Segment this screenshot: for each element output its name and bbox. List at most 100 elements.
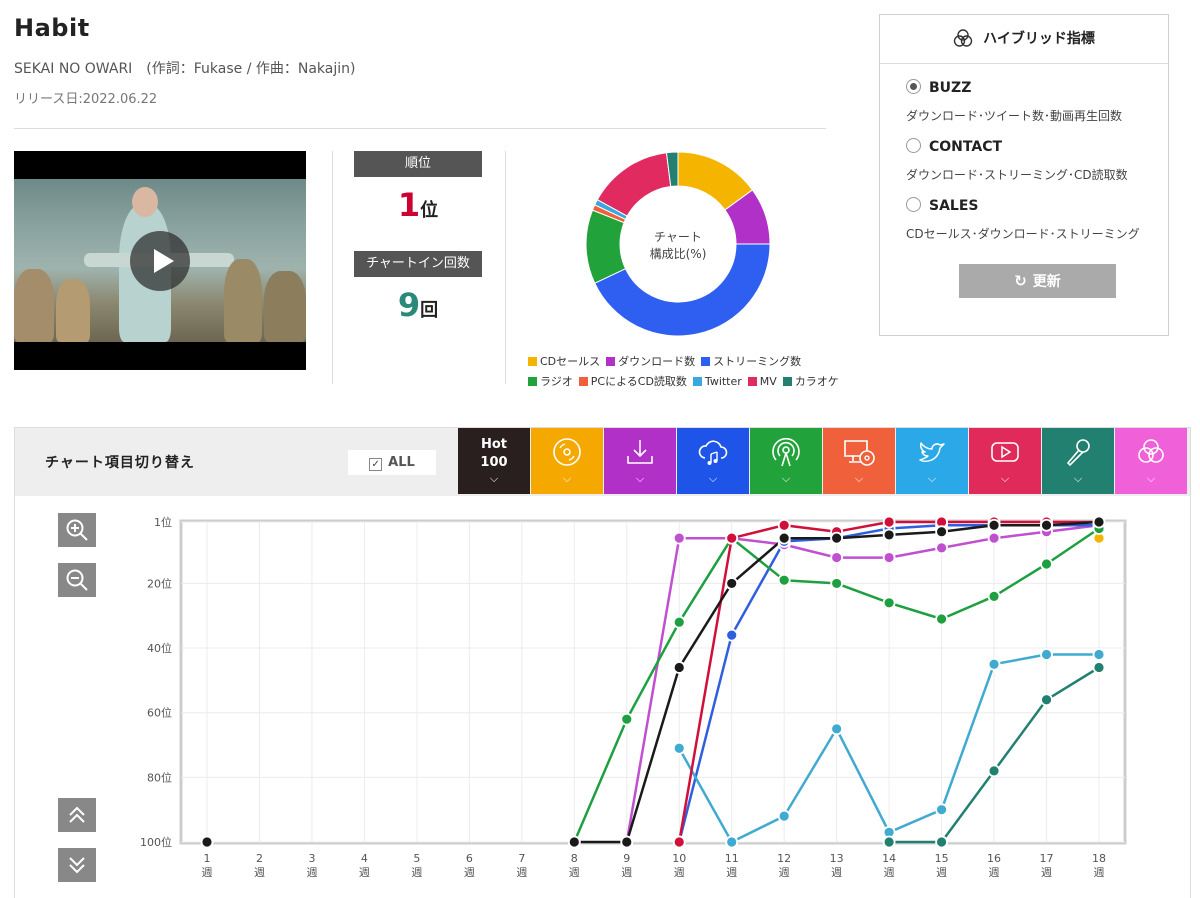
x-tick-unit: 週 bbox=[779, 866, 790, 879]
data-point-twitter[interactable] bbox=[830, 722, 844, 736]
legend-item[interactable]: カラオケ bbox=[782, 372, 839, 392]
data-point-hot100[interactable] bbox=[1040, 518, 1053, 532]
data-point-hot100[interactable] bbox=[567, 835, 581, 849]
legend-item[interactable]: PCによるCD読取数 bbox=[578, 372, 687, 392]
data-point-twitter[interactable] bbox=[777, 809, 791, 823]
data-point-streaming[interactable] bbox=[725, 628, 739, 642]
legend-item[interactable]: ラジオ bbox=[528, 372, 573, 392]
data-point-karaoke[interactable] bbox=[935, 835, 948, 849]
data-point-hot100[interactable] bbox=[725, 577, 739, 590]
data-point-karaoke[interactable] bbox=[1040, 693, 1053, 707]
x-tick-label: 2 bbox=[256, 852, 263, 865]
x-tick-unit: 週 bbox=[411, 866, 422, 879]
donut-legend: CDセールス ダウンロード数 ストリーミング数ラジオ PCによるCD読取数 Twitte… bbox=[528, 352, 858, 392]
option-contact[interactable]: CONTACT bbox=[906, 138, 1002, 155]
chartin-unit: 回 bbox=[420, 300, 439, 321]
data-point-hot100[interactable] bbox=[1092, 515, 1106, 529]
chartin-value-box: 9回 bbox=[354, 286, 482, 324]
artist-credits: SEKAI NO OWARI (作詞：Fukase / 作曲：Nakajin) bbox=[14, 61, 356, 77]
data-point-hot100[interactable] bbox=[777, 531, 791, 545]
data-point-mv[interactable] bbox=[672, 835, 686, 849]
data-point-karaoke[interactable] bbox=[1092, 661, 1106, 674]
x-tick-unit: 週 bbox=[884, 866, 895, 879]
data-point-radio[interactable] bbox=[672, 615, 686, 629]
option-desc: ダウンロード･ストリーミング･CD読取数 bbox=[906, 168, 1128, 182]
legend-item[interactable]: Twitter bbox=[692, 372, 742, 392]
legend-item[interactable]: ストリーミング数 bbox=[701, 352, 801, 372]
data-point-twitter[interactable] bbox=[672, 741, 686, 755]
play-button[interactable] bbox=[130, 231, 190, 291]
data-point-radio[interactable] bbox=[935, 612, 948, 626]
legend-item[interactable]: CDセールス bbox=[528, 352, 600, 372]
data-point-mv[interactable] bbox=[777, 518, 791, 532]
radio-contact[interactable] bbox=[906, 138, 921, 153]
data-point-mv[interactable] bbox=[882, 515, 896, 529]
option-sales[interactable]: SALES bbox=[906, 197, 979, 214]
legend-swatch bbox=[747, 377, 757, 386]
data-point-hot100[interactable] bbox=[987, 518, 1001, 532]
data-point-download[interactable] bbox=[672, 531, 686, 545]
legend-item[interactable]: MV bbox=[747, 372, 777, 392]
data-point-twitter[interactable] bbox=[935, 803, 948, 817]
rank-label: 順位 bbox=[354, 151, 482, 177]
data-point-mv[interactable] bbox=[725, 531, 739, 545]
data-point-karaoke[interactable] bbox=[987, 764, 1001, 778]
series-line-download bbox=[625, 523, 1100, 843]
data-point-twitter[interactable] bbox=[1092, 648, 1106, 661]
x-tick-label: 18 bbox=[1092, 852, 1106, 865]
x-tick-label: 16 bbox=[987, 852, 1001, 865]
rank-history-chart: 1週2週3週4週5週6週7週8週9週10週11週12週13週14週15週16週1… bbox=[140, 515, 1127, 879]
legend-label: CDセールス bbox=[540, 355, 601, 368]
plot-frame bbox=[179, 519, 1127, 845]
x-tick-label: 6 bbox=[466, 852, 473, 865]
option-desc: ダウンロード･ツイート数･動画再生回数 bbox=[906, 109, 1123, 123]
legend-item[interactable]: ダウンロード数 bbox=[606, 352, 695, 372]
data-point-hot100[interactable] bbox=[935, 525, 948, 539]
data-point-twitter[interactable] bbox=[725, 835, 739, 849]
data-point-twitter[interactable] bbox=[1040, 648, 1053, 661]
data-point-twitter[interactable] bbox=[987, 657, 1001, 671]
video-player[interactable] bbox=[14, 151, 306, 370]
data-point-hot100[interactable] bbox=[620, 835, 634, 849]
data-point-download[interactable] bbox=[882, 551, 896, 564]
update-button[interactable]: ↻ 更新 bbox=[959, 264, 1116, 298]
release-date: リリース日:2022.06.22 bbox=[14, 92, 158, 107]
divider bbox=[332, 151, 333, 384]
x-tick-label: 15 bbox=[935, 852, 949, 865]
x-tick-unit: 週 bbox=[674, 866, 685, 879]
data-point-radio[interactable] bbox=[1040, 557, 1053, 571]
data-point-radio[interactable] bbox=[777, 573, 791, 587]
x-tick-unit: 週 bbox=[306, 866, 317, 879]
y-tick-label: 80位 bbox=[147, 770, 172, 784]
chartin-value: 9 bbox=[397, 286, 421, 324]
x-tick-label: 12 bbox=[777, 852, 791, 865]
y-tick-label: 20位 bbox=[147, 576, 172, 590]
data-point-download[interactable] bbox=[935, 541, 948, 555]
option-buzz[interactable]: BUZZ bbox=[906, 79, 971, 96]
data-point-radio[interactable] bbox=[882, 596, 896, 610]
x-tick-unit: 週 bbox=[254, 866, 265, 879]
data-point-radio[interactable] bbox=[620, 712, 634, 726]
data-point-radio[interactable] bbox=[987, 589, 1001, 603]
x-tick-label: 13 bbox=[830, 852, 844, 865]
x-tick-unit: 週 bbox=[202, 866, 213, 879]
x-tick-unit: 週 bbox=[1041, 866, 1052, 879]
x-tick-label: 11 bbox=[725, 852, 739, 865]
data-point-radio[interactable] bbox=[830, 577, 844, 590]
radio-buzz[interactable] bbox=[906, 79, 921, 94]
radio-sales[interactable] bbox=[906, 197, 921, 212]
data-point-hot100[interactable] bbox=[830, 531, 844, 545]
data-point-download[interactable] bbox=[987, 531, 1001, 545]
hybrid-title-row: ハイブリッド指標 bbox=[880, 15, 1168, 64]
legend-label: ストリーミング数 bbox=[713, 355, 802, 368]
x-tick-label: 5 bbox=[413, 852, 420, 865]
x-tick-label: 9 bbox=[623, 852, 630, 865]
x-tick-unit: 週 bbox=[359, 866, 370, 879]
legend-swatch bbox=[528, 357, 537, 366]
data-point-hot100[interactable] bbox=[672, 661, 686, 674]
data-point-hot100[interactable] bbox=[200, 835, 214, 849]
data-point-karaoke[interactable] bbox=[882, 835, 896, 849]
data-point-download[interactable] bbox=[830, 551, 844, 564]
x-tick-unit: 週 bbox=[621, 866, 632, 879]
data-point-hot100[interactable] bbox=[882, 528, 896, 542]
